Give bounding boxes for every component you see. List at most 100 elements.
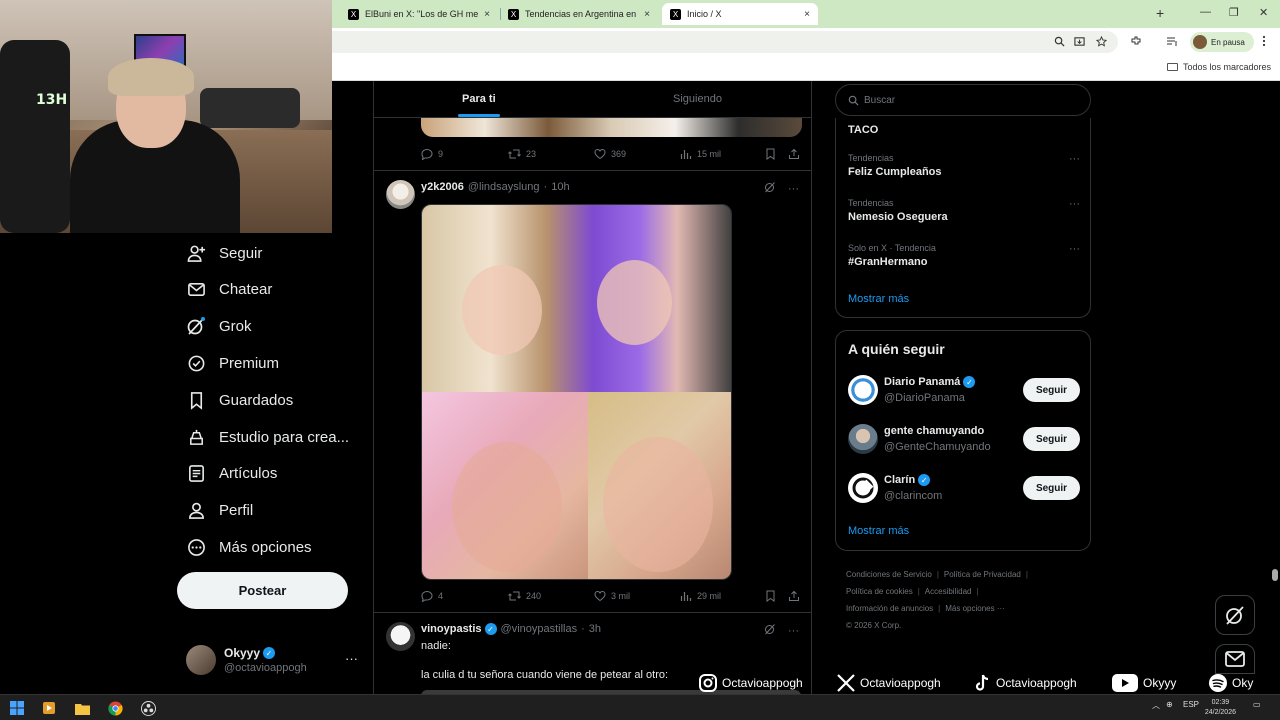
trends-show-more-link[interactable]: Mostrar más	[848, 293, 909, 305]
footer-link-privacy[interactable]: Política de Privacidad	[944, 570, 1021, 579]
footer-link-cookies[interactable]: Política de cookies	[846, 587, 913, 596]
tweet-media[interactable]	[421, 204, 732, 580]
scrollbar-thumb[interactable]	[1272, 569, 1278, 581]
repost-button[interactable]: 23	[508, 148, 536, 160]
tweet-author-name[interactable]: y2k2006	[421, 181, 464, 193]
media-image[interactable]	[588, 392, 731, 579]
trend-more-icon[interactable]: ···	[1069, 153, 1080, 165]
media-image[interactable]	[422, 392, 588, 579]
suggestion-name[interactable]: Diario Panamá	[884, 376, 960, 388]
install-app-icon[interactable]	[1074, 36, 1085, 50]
avatar[interactable]	[848, 375, 878, 405]
trend-more-icon[interactable]: ···	[1069, 243, 1080, 255]
close-window-button[interactable]: ✕	[1259, 6, 1268, 19]
tweet-time[interactable]: 10h	[551, 181, 569, 193]
reply-button[interactable]: 4	[421, 590, 443, 602]
search-input[interactable]: Buscar	[835, 84, 1091, 116]
browser-tab[interactable]: X Tendencias en Argentina en X: " ×	[500, 3, 658, 25]
minimize-button[interactable]: —	[1200, 6, 1211, 18]
bookmark-button[interactable]	[765, 590, 781, 602]
repost-button[interactable]: 240	[508, 590, 541, 602]
account-more-icon[interactable]: ···	[345, 651, 358, 666]
like-button[interactable]: 369	[594, 148, 626, 160]
tray-chevron-icon[interactable]: ︿	[1152, 700, 1160, 711]
browser-tab[interactable]: X ElBuni en X: "Los de GH metier ×	[340, 3, 498, 25]
system-clock[interactable]: 02:39 24/2/2026	[1205, 698, 1236, 718]
tab-close-icon[interactable]: ×	[484, 9, 490, 20]
follow-suggestion[interactable]: Clarín ✓ @clarincom Seguir	[848, 473, 1080, 505]
account-switcher[interactable]: Okyyy ✓ @octavioappogh ···	[186, 645, 362, 677]
tab-following[interactable]: Siguiendo	[673, 93, 722, 105]
footer-link-accessibility[interactable]: Accesibilidad	[925, 587, 972, 596]
reply-button[interactable]: 9	[421, 148, 443, 160]
follow-button[interactable]: Seguir	[1023, 476, 1080, 500]
trend-more-icon[interactable]: ···	[1069, 198, 1080, 210]
grok-floating-button[interactable]	[1215, 595, 1255, 635]
kebab-menu-icon[interactable]	[1262, 35, 1266, 50]
extensions-icon[interactable]	[1130, 35, 1142, 50]
avatar[interactable]	[848, 473, 878, 503]
profile-button[interactable]: En pausa	[1190, 32, 1254, 52]
suggestion-name[interactable]: Clarín	[884, 474, 915, 486]
follow-suggestion[interactable]: Diario Panamá ✓ @DiarioPanama Seguir	[848, 375, 1080, 407]
follow-button[interactable]: Seguir	[1023, 427, 1080, 451]
trend-item[interactable]: Solo en X · Tendencia #GranHermano ···	[848, 243, 1080, 268]
language-indicator[interactable]: ESP	[1183, 700, 1199, 709]
chrome-icon[interactable]	[106, 699, 124, 717]
messages-floating-button[interactable]	[1215, 644, 1255, 674]
tweet-time[interactable]: 3h	[589, 623, 601, 635]
trend-item[interactable]: Tendencias Feliz Cumpleaños ···	[848, 153, 1080, 178]
all-bookmarks-button[interactable]: Todos los marcadores	[1166, 62, 1271, 72]
nav-item-profile[interactable]: Perfil	[186, 497, 253, 523]
who-to-follow-show-more-link[interactable]: Mostrar más	[848, 525, 909, 537]
avatar[interactable]	[386, 622, 415, 651]
nav-item-chat[interactable]: Chatear	[186, 276, 272, 302]
maximize-button[interactable]: ❐	[1229, 6, 1239, 19]
tab-close-icon[interactable]: ×	[804, 9, 810, 20]
views-button[interactable]: 15 mil	[680, 148, 721, 160]
browser-tab-active[interactable]: X Inicio / X ×	[662, 3, 818, 25]
tweet-author-handle[interactable]: @lindsayslung	[468, 181, 540, 193]
zoom-icon[interactable]	[1054, 36, 1065, 50]
previous-tweet-media[interactable]	[421, 118, 802, 137]
bookmark-button[interactable]	[765, 148, 781, 160]
media-controls-icon[interactable]	[1166, 35, 1178, 50]
tab-close-icon[interactable]: ×	[644, 9, 650, 20]
tweet-author-name[interactable]: vinoypastis	[421, 623, 482, 635]
follow-button[interactable]: Seguir	[1023, 378, 1080, 402]
file-explorer-icon[interactable]	[73, 699, 91, 717]
address-bar[interactable]	[332, 31, 1118, 53]
trend-item[interactable]: TACO	[848, 121, 1080, 136]
nav-item-articles[interactable]: Artículos	[186, 460, 277, 486]
share-button[interactable]	[788, 148, 805, 160]
suggestion-name[interactable]: gente chamuyando	[884, 425, 984, 437]
nav-item-follow[interactable]: Seguir	[186, 240, 262, 266]
star-bookmark-icon[interactable]	[1095, 35, 1108, 50]
notifications-icon[interactable]: ▭	[1253, 700, 1261, 709]
share-button[interactable]	[788, 590, 805, 602]
grok-icon[interactable]	[764, 623, 776, 638]
nav-item-grok[interactable]: Grok	[186, 313, 252, 339]
nav-item-bookmarks[interactable]: Guardados	[186, 387, 293, 413]
obs-icon[interactable]	[139, 699, 157, 717]
grok-icon[interactable]	[764, 181, 776, 196]
nav-item-premium[interactable]: Premium	[186, 350, 279, 376]
trend-item[interactable]: Tendencias Nemesio Oseguera ···	[848, 198, 1080, 223]
footer-link-terms[interactable]: Condiciones de Servicio	[846, 570, 932, 579]
footer-link-more[interactable]: Más opciones ···	[945, 604, 1005, 613]
network-icon[interactable]: ⊕	[1166, 700, 1173, 709]
footer-link-ads-info[interactable]: Información de anuncios	[846, 604, 933, 613]
tweet-author-handle[interactable]: @vinoypastillas	[501, 623, 578, 635]
windows-start-icon[interactable]	[8, 699, 26, 717]
avatar[interactable]	[848, 424, 878, 454]
new-tab-button[interactable]: +	[1156, 5, 1164, 21]
like-button[interactable]: 3 mil	[594, 590, 630, 602]
avatar[interactable]	[386, 180, 415, 209]
follow-suggestion[interactable]: gente chamuyando @GenteChamuyando Seguir	[848, 424, 1080, 456]
media-image[interactable]	[422, 205, 731, 392]
post-button[interactable]: Postear	[177, 572, 348, 609]
more-icon[interactable]: ···	[788, 625, 799, 637]
nav-item-more-options[interactable]: Más opciones	[186, 534, 312, 560]
media-player-icon[interactable]	[40, 699, 58, 717]
tab-for-you[interactable]: Para ti	[462, 93, 496, 105]
